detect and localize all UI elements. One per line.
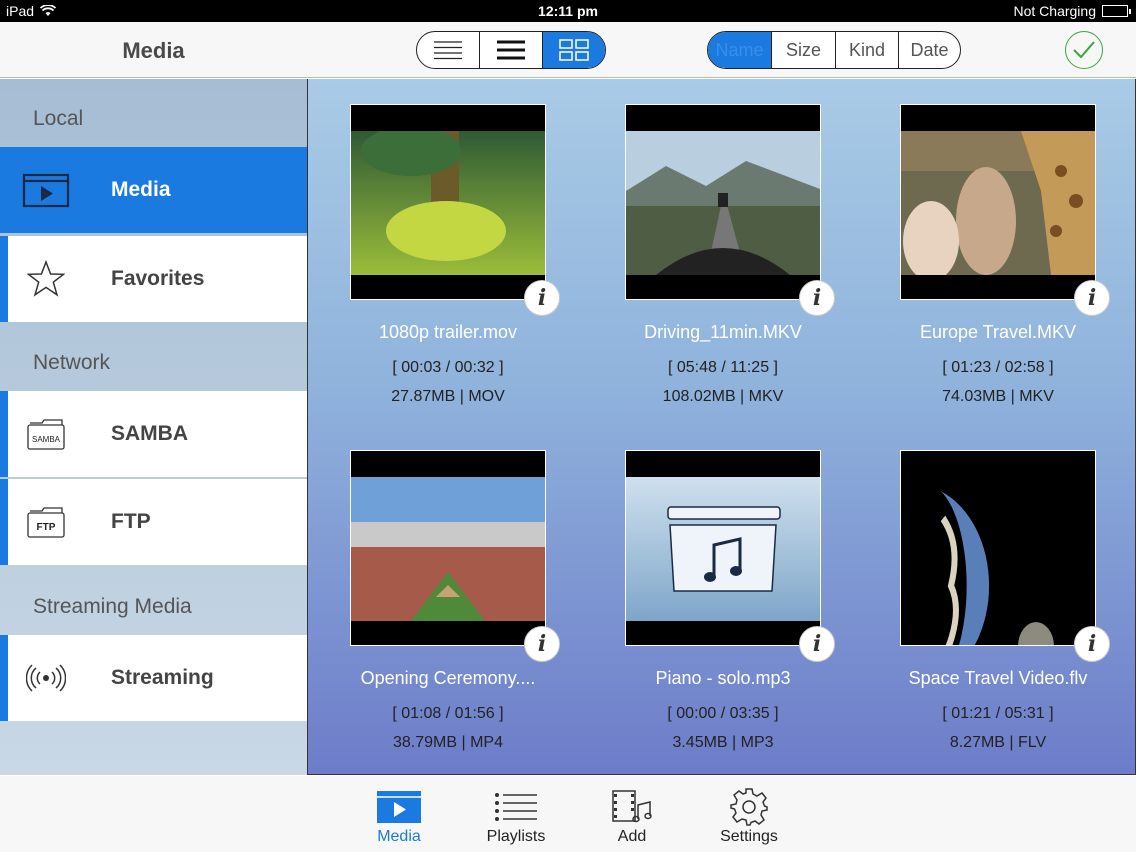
samba-folder-icon: SAMBA [8,417,90,451]
sidebar-item-streaming[interactable]: Streaming [0,635,307,721]
media-thumbnail[interactable] [350,450,546,646]
sort-size-button[interactable]: Size [772,32,836,68]
sidebar-item-media[interactable]: Media [0,147,307,233]
section-header-streaming-media: Streaming Media [33,595,192,618]
status-bar: iPad 12:11 pm Not Charging [0,0,1136,22]
media-size: 38.79MB | MP4 [393,734,503,751]
media-size: 108.02MB | MKV [662,388,784,405]
media-title: Space Travel Video.flv [908,668,1088,688]
sort-kind-button[interactable]: Kind [836,32,899,68]
tab-label: Playlists [486,828,546,845]
info-button[interactable]: i [799,626,835,662]
tab-playlists[interactable]: Playlists [466,786,566,846]
view-list-button[interactable] [480,32,543,68]
media-size: 3.45MB | MP3 [672,734,774,751]
info-button[interactable]: i [799,280,835,316]
media-thumbnail[interactable] [900,450,1096,646]
nav-bar: Media Name Size Kind Date [0,22,1136,78]
media-title: Driving_11min.MKV [644,322,802,342]
sidebar-item-label: Streaming [111,666,214,689]
sort-control: Name Size Kind Date [707,31,961,69]
tab-label: Add [617,828,647,845]
media-thumbnail[interactable] [350,104,546,300]
thick-list-icon [497,40,525,60]
thin-list-icon [434,41,462,60]
sort-name-button[interactable]: Name [708,32,772,68]
sidebar-item-label: SAMBA [111,422,188,445]
media-play-icon [8,172,90,208]
media-thumbnail[interactable] [625,104,821,300]
done-button[interactable] [1065,31,1103,69]
media-progress: [ 01:23 / 02:58 ] [942,359,1054,376]
media-title: 1080p trailer.mov [378,322,518,342]
tab-bar: Media Playlists Add Settings [0,776,1136,852]
section-header-local: Local [33,107,84,130]
media-progress: [ 05:48 / 11:25 ] [667,359,778,376]
broadcast-icon [8,663,90,693]
sidebar-item-ftp[interactable]: FTP FTP [0,479,307,565]
media-size: 74.03MB | MKV [942,388,1054,405]
battery-icon [1102,5,1131,17]
sidebar-item-samba[interactable]: SAMBA SAMBA [0,391,307,477]
samba-badge-text: SAMBA [32,435,61,444]
film-music-icon [582,786,682,828]
media-progress: [ 00:00 / 03:35 ] [667,705,779,722]
media-size: 27.87MB | MOV [391,388,505,405]
sort-date-button[interactable]: Date [899,32,960,68]
ftp-folder-icon: FTP [8,505,90,539]
page-title: Media [122,38,185,63]
tab-add[interactable]: Add [582,786,682,846]
media-size: 8.27MB | FLV [949,734,1047,751]
sidebar: Local Media Favorites Network SAMBA SAMB… [0,79,307,775]
media-progress: [ 01:21 / 05:31 ] [942,705,1054,722]
section-header-network: Network [33,351,111,374]
media-title: Europe Travel.MKV [919,322,1077,342]
grid-icon [559,39,589,61]
ftp-badge-text: FTP [37,522,56,533]
media-title: Piano - solo.mp3 [655,668,791,688]
sidebar-item-label: FTP [111,510,151,533]
sidebar-item-label: Favorites [111,267,205,290]
status-time: 12:11 pm [538,3,598,19]
media-progress: [ 01:08 / 01:56 ] [392,705,504,722]
tab-label: Media [377,828,421,845]
gear-icon [699,786,799,828]
view-grid-button[interactable] [543,32,605,68]
list-icon [466,786,566,828]
media-title: Opening Ceremony.... [360,668,536,688]
media-thumbnail[interactable] [900,104,1096,300]
media-progress: [ 00:03 / 00:32 ] [392,359,504,376]
info-button[interactable]: i [524,626,560,662]
sidebar-item-favorites[interactable]: Favorites [0,236,307,322]
checkmark-icon [1073,41,1095,59]
media-thumbnail[interactable] [625,450,821,646]
info-button[interactable]: i [524,280,560,316]
tab-settings[interactable]: Settings [699,786,799,846]
sidebar-item-label: Media [111,178,171,201]
media-play-icon [349,786,449,828]
battery-status: Not Charging [1013,3,1097,19]
tab-label: Settings [720,828,778,845]
star-icon [8,260,90,298]
media-grid: i 1080p trailer.mov [ 00:03 / 00:32 ] 27… [307,79,1136,775]
info-button[interactable]: i [1074,626,1110,662]
tab-media[interactable]: Media [349,786,449,846]
view-mode-control [416,31,606,69]
info-button[interactable]: i [1074,280,1110,316]
view-detail-list-button[interactable] [417,32,480,68]
